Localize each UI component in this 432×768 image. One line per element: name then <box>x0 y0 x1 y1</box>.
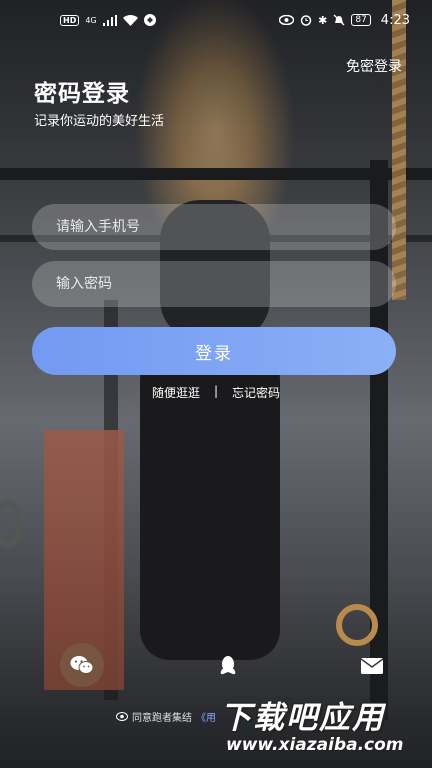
watermark-main: 下载吧应用 <box>220 700 385 736</box>
wechat-login-button[interactable] <box>60 643 104 687</box>
agreement-doc-link[interactable]: 《用 <box>196 709 216 724</box>
page-title: 密码登录 <box>34 81 130 107</box>
network-type: 4G <box>85 15 97 25</box>
browse-link[interactable]: 随便逛逛 <box>152 384 200 401</box>
watermark-url: www.xiazaiba.com <box>226 735 404 755</box>
app-notification-icon <box>143 14 156 26</box>
password-free-login-link[interactable]: 免密登录 <box>346 56 402 76</box>
password-input[interactable] <box>32 261 396 307</box>
athlete-legs <box>140 330 280 660</box>
wechat-icon <box>70 656 94 674</box>
status-bar: HD 4G ✱ 87 4:23 <box>0 0 432 40</box>
hd-indicator: HD <box>60 14 80 26</box>
wifi-icon <box>122 14 138 26</box>
email-login-button[interactable] <box>354 648 390 684</box>
login-button[interactable]: 登录 <box>32 327 396 375</box>
mute-icon <box>333 14 345 26</box>
gym-ring <box>336 604 378 646</box>
signal-icon <box>102 14 117 26</box>
secondary-links: 随便逛逛 | 忘记密码 <box>0 384 432 401</box>
phone-input[interactable] <box>32 204 396 250</box>
qq-login-button[interactable] <box>210 648 246 684</box>
eye-icon <box>279 15 295 25</box>
agreement-text: 同意跑者集结 <box>132 713 192 724</box>
site-watermark: 下载吧应用 www.xiazaiba.com <box>214 692 432 768</box>
battery-indicator: 87 <box>351 14 371 26</box>
agree-checkbox-icon[interactable] <box>116 712 128 721</box>
clock: 4:23 <box>380 12 410 28</box>
pullup-bar <box>0 168 432 180</box>
forgot-password-link[interactable]: 忘记密码 <box>232 384 280 401</box>
mail-icon <box>361 658 383 674</box>
page-subtitle: 记录你运动的美好生活 <box>34 114 165 129</box>
bluetooth-icon: ✱ <box>318 13 328 27</box>
qq-icon <box>220 656 236 675</box>
status-left: HD 4G <box>60 14 156 26</box>
climbing-rope <box>392 0 406 300</box>
agreement-row: 同意跑者集结 《用 <box>116 709 216 724</box>
status-right: ✱ 87 4:23 <box>279 13 410 28</box>
alarm-icon <box>300 15 312 26</box>
links-separator: | <box>213 384 219 398</box>
